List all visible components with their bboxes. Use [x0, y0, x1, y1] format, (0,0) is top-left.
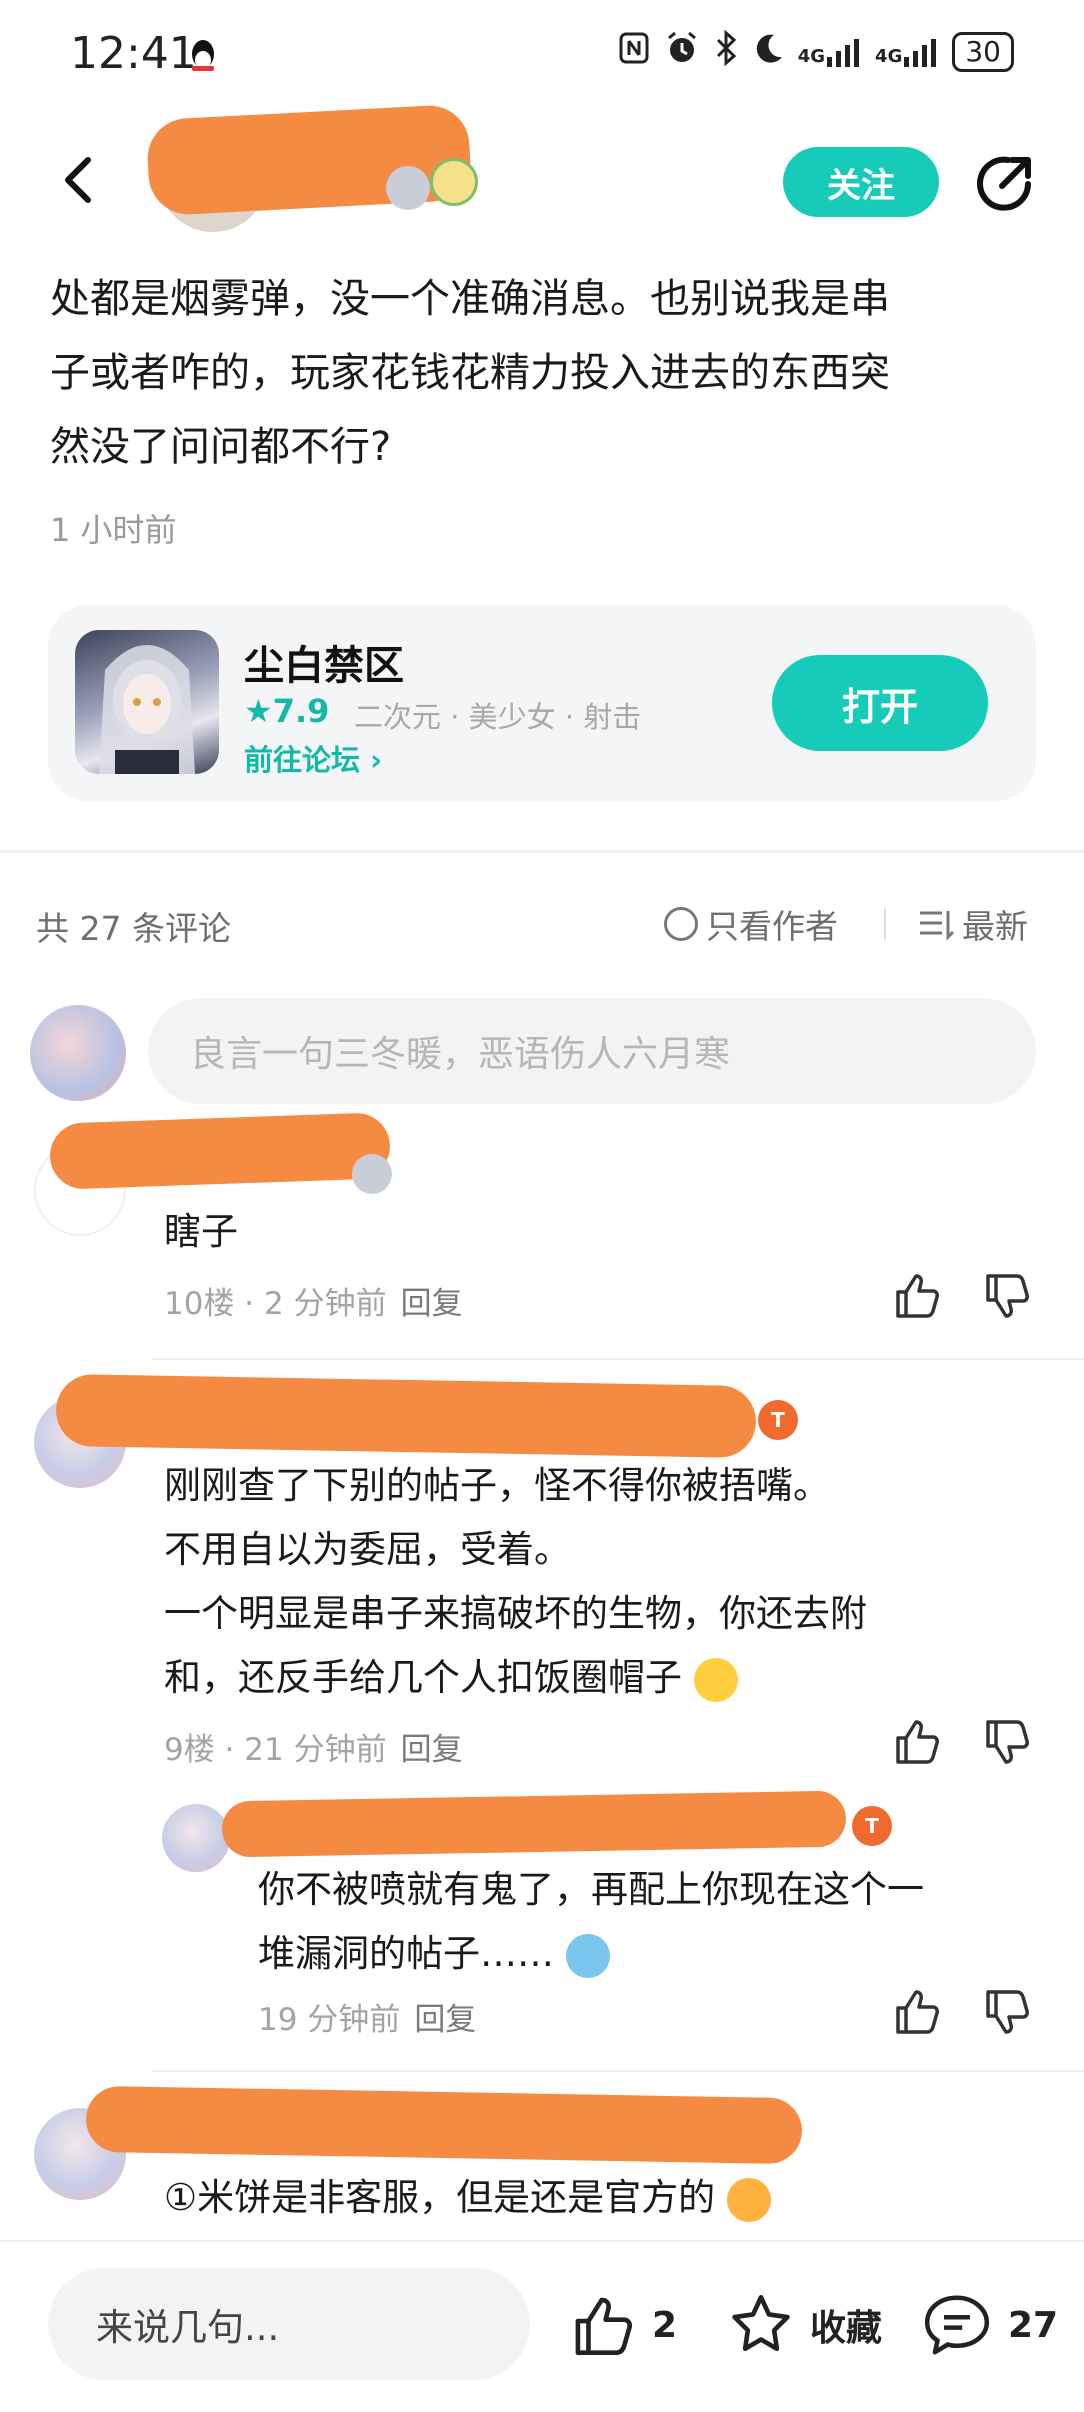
- section-divider: [0, 850, 1084, 853]
- reply-time: 19 分钟前: [258, 2002, 401, 2038]
- qq-notification-icon: [186, 36, 220, 80]
- bluetooth-icon: [714, 29, 738, 74]
- thumbs-up-icon: [896, 1274, 939, 1318]
- comment-text: ①米饼是非客服，但是还是官方的: [164, 2166, 771, 2230]
- post-line: 然没了问问都不行?: [50, 424, 392, 470]
- open-game-button[interactable]: 打开: [772, 655, 988, 751]
- comment-line: 一个明显是串子来搞破坏的生物，你还去附: [164, 1592, 867, 1635]
- reply-button[interactable]: 回复: [401, 1286, 463, 1322]
- redacted-commenter-name: [48, 1112, 392, 1190]
- comment-line: 和，还反手给几个人扣饭圈帽子: [164, 1646, 1044, 1710]
- vertical-divider: [884, 908, 886, 940]
- comment-input[interactable]: 良言一句三冬暖，恶语伤人六月寒: [148, 998, 1036, 1104]
- only-author-toggle[interactable]: 只看作者: [664, 900, 838, 948]
- comment-line: 刚刚查了下别的帖子，怪不得你被捂嘴。: [164, 1464, 830, 1507]
- status-time: 12:41: [70, 28, 197, 79]
- redacted-reply-name: [221, 1790, 847, 1858]
- thumbs-down-icon: [986, 1720, 1029, 1764]
- like-button[interactable]: [892, 1986, 942, 2040]
- comment-text: 瞎子: [164, 1210, 238, 1253]
- only-author-label: 只看作者: [706, 907, 838, 946]
- post-like-button[interactable]: 2: [570, 2292, 677, 2358]
- like-button[interactable]: [892, 1270, 942, 1324]
- crying-emoji-icon: [565, 1933, 610, 1978]
- favorite-label: 收藏: [810, 2308, 883, 2349]
- like-button[interactable]: [892, 1716, 942, 1770]
- go-to-forum-link[interactable]: 前往论坛 ›: [244, 737, 382, 779]
- signal-4g-icon-2: 4G: [875, 37, 938, 67]
- comment-meta: 9楼 · 21 分钟前 回复: [164, 1724, 463, 1769]
- game-tags: 二次元 · 美少女 · 射击: [354, 700, 642, 734]
- author-level-badge: [386, 166, 430, 210]
- thumbs-down-icon: [986, 1990, 1029, 2034]
- thumbs-down-icon: [986, 1274, 1029, 1318]
- game-icon[interactable]: [75, 630, 219, 774]
- do-not-disturb-moon-icon: [752, 31, 784, 73]
- sort-newest-button[interactable]: 最新: [918, 900, 1028, 948]
- reply-button[interactable]: 回复: [414, 2002, 476, 2038]
- thumbs-up-icon: [896, 1990, 939, 2034]
- signal-4g-label-2: 4G: [875, 46, 903, 67]
- comment-divider: [152, 1358, 1084, 1360]
- post-content: 处都是烟雾弹，没一个准确消息。也别说我是串 子或者咋的，玩家花钱花精力投入进去的…: [50, 262, 1040, 484]
- game-rating: ★7.9: [244, 692, 330, 730]
- dislike-button[interactable]: [982, 1718, 1032, 1772]
- game-title: 尘白禁区: [244, 643, 404, 689]
- dislike-button[interactable]: [982, 1272, 1032, 1326]
- reply-line: 你不被喷就有鬼了，再配上你现在这个一: [258, 1868, 924, 1911]
- nfc-icon: [618, 31, 650, 73]
- battery-indicator: 30: [952, 32, 1014, 72]
- star-icon: [732, 2294, 790, 2352]
- signal-4g-icon: 4G: [798, 37, 861, 67]
- bottom-comment-input[interactable]: 来说几句...: [48, 2268, 530, 2380]
- reply-line: 堆漏洞的帖子……: [258, 1922, 1058, 1986]
- follow-button[interactable]: 关注: [783, 147, 939, 217]
- comment-floor-time: 9楼 · 21 分钟前: [164, 1732, 387, 1768]
- comment-count-bottom: 27: [1008, 2304, 1059, 2346]
- comment-floor-time: 10楼 · 2 分钟前: [164, 1286, 387, 1322]
- reply-level-badge: T: [852, 1806, 892, 1846]
- back-button[interactable]: [52, 150, 112, 210]
- author-pendant-icon: [430, 158, 478, 206]
- comments-button[interactable]: 27: [922, 2292, 1058, 2358]
- comment-divider: [152, 2070, 1084, 2072]
- reply-line-text: 堆漏洞的帖子……: [258, 1932, 554, 1975]
- reply-button[interactable]: 回复: [401, 1732, 463, 1768]
- chevron-left-icon: [65, 157, 91, 203]
- favorite-button[interactable]: 收藏: [728, 2292, 882, 2358]
- sort-label: 最新: [962, 907, 1028, 946]
- share-icon: [977, 156, 1031, 211]
- smirk-emoji-icon: [693, 1657, 738, 1702]
- reply-avatar[interactable]: [162, 1804, 230, 1872]
- status-icons: 4G 4G 30: [618, 29, 1014, 74]
- comment-bubble-icon: [924, 2295, 990, 2355]
- redacted-commenter-name: [55, 1373, 757, 1459]
- comment-text: 刚刚查了下别的帖子，怪不得你被捂嘴。 不用自以为委屈，受着。 一个明显是串子来搞…: [164, 1454, 1044, 1710]
- thumbs-up-icon: [896, 1720, 939, 1764]
- comment-meta: 10楼 · 2 分钟前 回复: [164, 1278, 463, 1323]
- post-time: 1 小时前: [50, 511, 177, 549]
- redacted-commenter-name: [85, 2085, 803, 2165]
- comment-count: 共 27 条评论: [36, 909, 231, 948]
- commenter-level-badge: [352, 1154, 392, 1194]
- thumbs-up-icon: [575, 2297, 633, 2356]
- commenter-level-badge: T: [758, 1400, 798, 1440]
- post-line: 处都是烟雾弹，没一个准确消息。也别说我是串: [50, 276, 890, 322]
- reply-text: 你不被喷就有鬼了，再配上你现在这个一 堆漏洞的帖子……: [258, 1858, 1058, 1986]
- dislike-button[interactable]: [982, 1988, 1032, 2042]
- signal-4g-label: 4G: [797, 46, 826, 67]
- comment-line-text: ①米饼是非客服，但是还是官方的: [164, 2176, 716, 2219]
- sad-emoji-icon: [726, 2177, 771, 2222]
- comment-line: 不用自以为委屈，受着。: [164, 1528, 571, 1571]
- alarm-icon: [664, 30, 700, 74]
- like-count: 2: [652, 2304, 678, 2346]
- comment-line-text: 和，还反手给几个人扣饭圈帽子: [164, 1656, 682, 1699]
- my-avatar[interactable]: [30, 1005, 126, 1101]
- reply-meta: 19 分钟前 回复: [258, 1994, 476, 2039]
- post-line: 子或者咋的，玩家花钱花精力投入进去的东西突: [50, 350, 890, 396]
- radio-circle-icon: [664, 907, 698, 941]
- share-button[interactable]: [972, 152, 1036, 216]
- sort-icon: [920, 911, 954, 941]
